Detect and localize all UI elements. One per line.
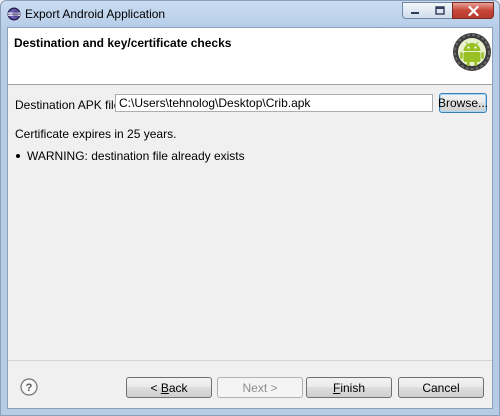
destination-apk-label: Destination APK file: (15, 98, 124, 112)
destination-apk-input[interactable] (115, 94, 433, 112)
svg-text:?: ? (26, 382, 33, 394)
page-title: Destination and key/certificate checks (14, 36, 232, 50)
title-bar[interactable]: Export Android Application (1, 1, 499, 27)
back-label: ack (168, 380, 188, 395)
finish-button[interactable]: Finish (306, 377, 392, 398)
warning-row: WARNING: destination file already exists (15, 149, 245, 163)
minimize-button[interactable] (402, 2, 428, 19)
minimize-icon (411, 11, 419, 14)
certificate-status: Certificate expires in 25 years. (15, 127, 177, 141)
dialog-window: Export Android Application Destination a… (0, 0, 500, 416)
maximize-button[interactable] (427, 2, 453, 19)
warning-text: WARNING: destination file already exists (27, 149, 245, 163)
dialog-client-area: Destination and key/certificate checks D… (7, 27, 493, 409)
back-button[interactable]: < Back (126, 377, 212, 398)
finish-mnemonic: F (332, 380, 341, 395)
eclipse-icon (7, 7, 21, 21)
window-title: Export Android Application (25, 7, 166, 21)
back-mnemonic: B (160, 380, 169, 395)
close-icon (467, 5, 479, 16)
help-icon[interactable]: ? (20, 378, 38, 396)
back-prefix: < (150, 380, 161, 395)
browse-button[interactable]: Browse... (438, 93, 488, 113)
next-button[interactable]: Next > (217, 377, 303, 398)
footer-separator (8, 360, 492, 361)
wizard-banner: Destination and key/certificate checks (8, 28, 492, 85)
android-logo-icon (453, 33, 491, 71)
maximize-icon (434, 6, 445, 15)
finish-label: inish (340, 380, 366, 395)
close-button[interactable] (452, 2, 494, 19)
cancel-button[interactable]: Cancel (398, 377, 484, 398)
bullet-icon (16, 154, 20, 158)
